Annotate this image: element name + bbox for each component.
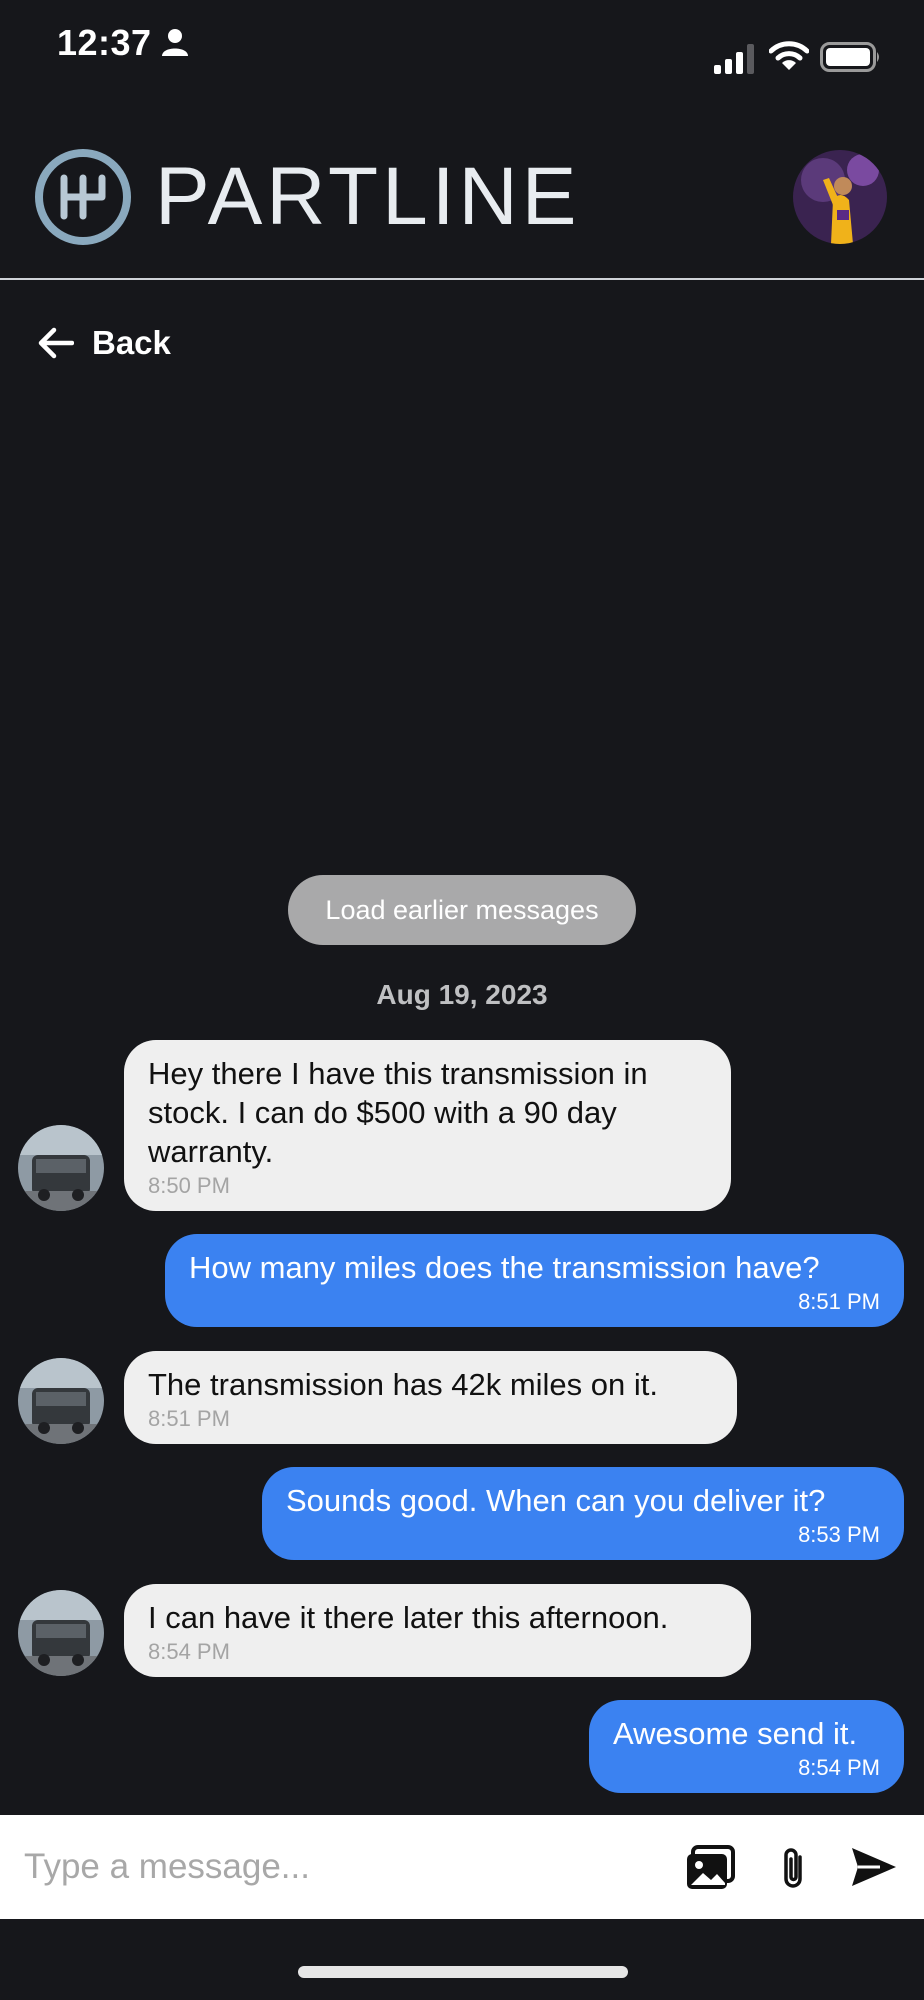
- status-bar: 12:37: [0, 0, 924, 90]
- home-indicator: [298, 1966, 628, 1978]
- message-bubble-outgoing: Sounds good. When can you deliver it? 8:…: [262, 1467, 904, 1560]
- message-text: Sounds good. When can you deliver it?: [286, 1483, 826, 1518]
- message-bubble-incoming: Hey there I have this transmission in st…: [124, 1040, 731, 1211]
- back-button[interactable]: Back: [38, 318, 171, 368]
- message-bubble-outgoing: Awesome send it. 8:54 PM: [589, 1700, 904, 1793]
- cellular-signal-icon: [714, 44, 754, 74]
- message-input[interactable]: [24, 1837, 644, 1897]
- message-time: 8:54 PM: [798, 1755, 880, 1780]
- message-text: How many miles does the transmission hav…: [189, 1250, 820, 1285]
- sender-avatar[interactable]: [18, 1358, 104, 1444]
- message-text: I can have it there later this afternoon…: [148, 1600, 669, 1635]
- chat-screen: 12:37 PARTLINE Back Load earlier message…: [0, 0, 924, 2000]
- paperclip-icon[interactable]: [778, 1845, 808, 1891]
- user-avatar[interactable]: [793, 150, 887, 244]
- message-time: 8:53 PM: [798, 1522, 880, 1547]
- message-text: Awesome send it.: [613, 1716, 858, 1751]
- gear-shift-logo-icon: [35, 149, 131, 245]
- message-time: 8:51 PM: [148, 1406, 230, 1431]
- date-separator: Aug 19, 2023: [376, 979, 548, 1010]
- message-time: 8:54 PM: [148, 1639, 230, 1664]
- sender-avatar[interactable]: [18, 1590, 104, 1676]
- message-bubble-incoming: I can have it there later this afternoon…: [124, 1584, 751, 1677]
- back-label: Back: [92, 324, 171, 361]
- message-time: 8:51 PM: [798, 1289, 880, 1314]
- brand-name: PARTLINE: [155, 151, 581, 242]
- person-icon: [162, 29, 188, 56]
- message-bubble-incoming: The transmission has 42k miles on it. 8:…: [124, 1351, 737, 1444]
- app-header: PARTLINE: [0, 110, 924, 280]
- sender-avatar[interactable]: [18, 1125, 104, 1211]
- message-text: The transmission has 42k miles on it.: [148, 1367, 658, 1402]
- battery-icon: [820, 42, 879, 72]
- send-icon[interactable]: [850, 1845, 898, 1889]
- message-text: Hey there I have this transmission in st…: [148, 1056, 648, 1169]
- image-picker-icon[interactable]: [685, 1845, 735, 1891]
- load-earlier-button[interactable]: Load earlier messages: [288, 875, 636, 945]
- back-arrow-icon: [38, 327, 74, 359]
- message-composer: [0, 1815, 924, 1919]
- status-time: 12:37: [57, 22, 152, 63]
- message-bubble-outgoing: How many miles does the transmission hav…: [165, 1234, 904, 1327]
- wifi-icon: [769, 41, 809, 70]
- message-time: 8:50 PM: [148, 1173, 230, 1198]
